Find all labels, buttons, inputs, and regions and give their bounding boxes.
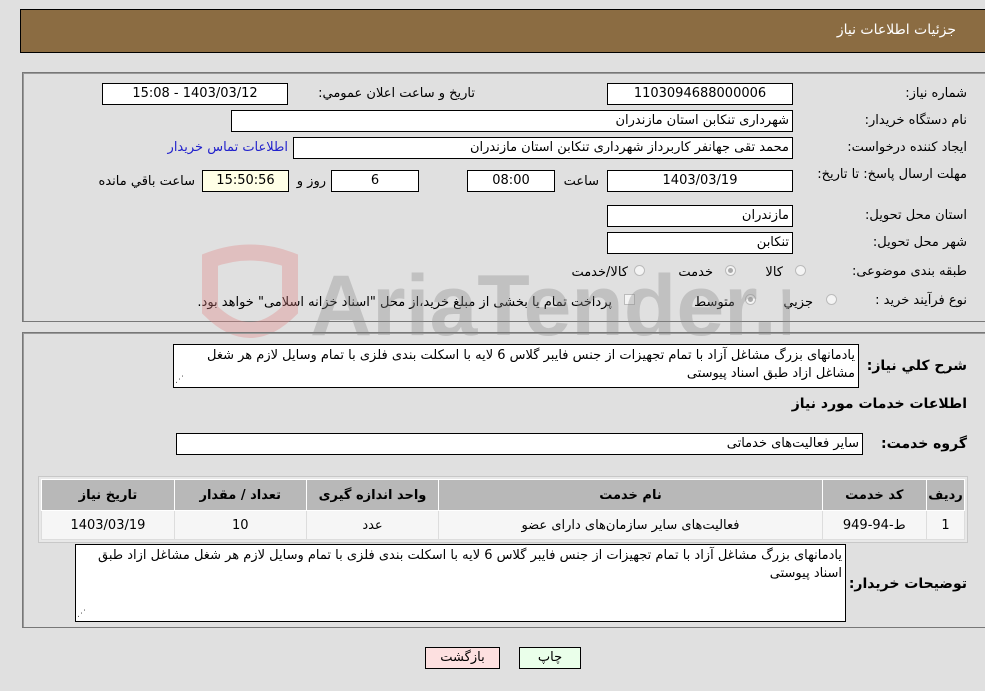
- cell-quantity: 10: [173, 510, 307, 540]
- province-field[interactable]: مازندران: [607, 205, 793, 227]
- table-row: 1 ط-94-949 فعالیت‌های سایر سازمان‌های دا…: [41, 510, 966, 540]
- cell-service-name: فعالیت‌های سایر سازمان‌های دارای عضو: [438, 510, 823, 540]
- need-number-field[interactable]: 1103094688000006: [607, 83, 793, 105]
- days-label: روز و: [296, 174, 326, 189]
- services-table: ردیف کد خدمت نام خدمت واحد اندازه گیری ت…: [41, 479, 966, 540]
- announce-label: تاریخ و ساعت اعلان عمومي:: [318, 86, 475, 101]
- cell-row-number: 1: [925, 510, 966, 540]
- col-need-date: تاریخ نیاز: [41, 479, 175, 511]
- deadline-label: مهلت ارسال پاسخ: تا تاریخ:: [817, 167, 967, 182]
- category-radio-goods-service[interactable]: [634, 265, 645, 276]
- category-radio-service[interactable]: [725, 265, 736, 276]
- category-radio-goods[interactable]: [795, 265, 806, 276]
- print-button[interactable]: چاپ: [519, 647, 581, 669]
- buyer-notes-label: توضیحات خریدار:: [848, 576, 967, 592]
- service-group-field[interactable]: سایر فعالیت‌های خدماتی: [176, 433, 863, 455]
- remaining-label: ساعت باقي مانده: [98, 174, 195, 189]
- creator-field[interactable]: محمد تقی جهانفر کاربرداز شهرداری تنکابن …: [293, 137, 793, 159]
- process-radio-minor[interactable]: [826, 294, 837, 305]
- col-row-number: ردیف: [925, 479, 966, 511]
- buyer-org-field[interactable]: شهرداری تنکابن استان مازندران: [231, 110, 793, 132]
- page-title: جزئیات اطلاعات نیاز: [836, 22, 956, 38]
- treasury-checkbox[interactable]: [624, 294, 635, 305]
- col-unit: واحد اندازه گیری: [305, 479, 440, 511]
- buyer-notes-text: یادمانهای بزرگ مشاغل آزاد با تمام تجهیزا…: [98, 548, 842, 581]
- process-option-medium: متوسط: [694, 295, 735, 310]
- announce-date-field[interactable]: 1403/03/12 - 15:08: [102, 83, 288, 105]
- days-remaining-field[interactable]: 6: [331, 170, 419, 192]
- description-text: یادمانهای بزرگ مشاغل آزاد با تمام تجهیزا…: [206, 348, 855, 381]
- treasury-note: پرداخت تمام یا بخشی از مبلغ خرید،از محل …: [197, 295, 612, 310]
- description-textarea[interactable]: یادمانهای بزرگ مشاغل آزاد با تمام تجهیزا…: [173, 344, 859, 388]
- time-label: ساعت: [563, 174, 599, 189]
- page-header: جزئیات اطلاعات نیاز: [20, 9, 985, 53]
- services-table-wrapper: ردیف کد خدمت نام خدمت واحد اندازه گیری ت…: [38, 476, 968, 543]
- process-radio-medium[interactable]: [745, 294, 756, 305]
- category-option-goods: کالا: [765, 265, 783, 280]
- cell-need-date: 1403/03/19: [41, 510, 175, 540]
- col-service-code: کد خدمت: [821, 479, 927, 511]
- resize-grip-icon[interactable]: ⋰: [77, 609, 87, 619]
- deadline-time-field[interactable]: 08:00: [467, 170, 555, 192]
- city-label: شهر محل تحویل:: [872, 235, 967, 250]
- back-button[interactable]: بازگشت: [425, 647, 500, 669]
- category-option-service: خدمت: [678, 265, 713, 280]
- deadline-date-field[interactable]: 1403/03/19: [607, 170, 793, 192]
- buyer-notes-textarea[interactable]: یادمانهای بزرگ مشاغل آزاد با تمام تجهیزا…: [75, 544, 846, 622]
- services-section-title: اطلاعات خدمات مورد نیاز: [791, 396, 967, 412]
- process-label: نوع فرآیند خرید :: [875, 293, 967, 308]
- process-option-minor: جزيي: [783, 295, 813, 310]
- category-label: طبقه بندی موضوعی:: [851, 264, 967, 279]
- category-option-goods-service: کالا/خدمت: [571, 265, 628, 280]
- description-label: شرح کلي نیاز:: [866, 358, 967, 374]
- need-number-label: شماره نیاز:: [905, 86, 967, 101]
- buyer-contact-link[interactable]: اطلاعات تماس خریدار: [168, 140, 288, 155]
- service-group-label: گروه خدمت:: [881, 436, 967, 452]
- city-field[interactable]: تنکابن: [607, 232, 793, 254]
- cell-unit: عدد: [305, 510, 440, 540]
- col-service-name: نام خدمت: [438, 479, 823, 511]
- cell-service-code: ط-94-949: [821, 510, 927, 540]
- table-header-row: ردیف کد خدمت نام خدمت واحد اندازه گیری ت…: [41, 479, 966, 511]
- province-label: استان محل تحویل:: [865, 208, 967, 223]
- creator-label: ایجاد کننده درخواست:: [847, 140, 967, 155]
- buyer-org-label: نام دستگاه خریدار:: [864, 113, 967, 128]
- remaining-time-field: 15:50:56: [202, 170, 289, 192]
- resize-grip-icon[interactable]: ⋰: [175, 375, 185, 385]
- col-quantity: تعداد / مقدار: [173, 479, 307, 511]
